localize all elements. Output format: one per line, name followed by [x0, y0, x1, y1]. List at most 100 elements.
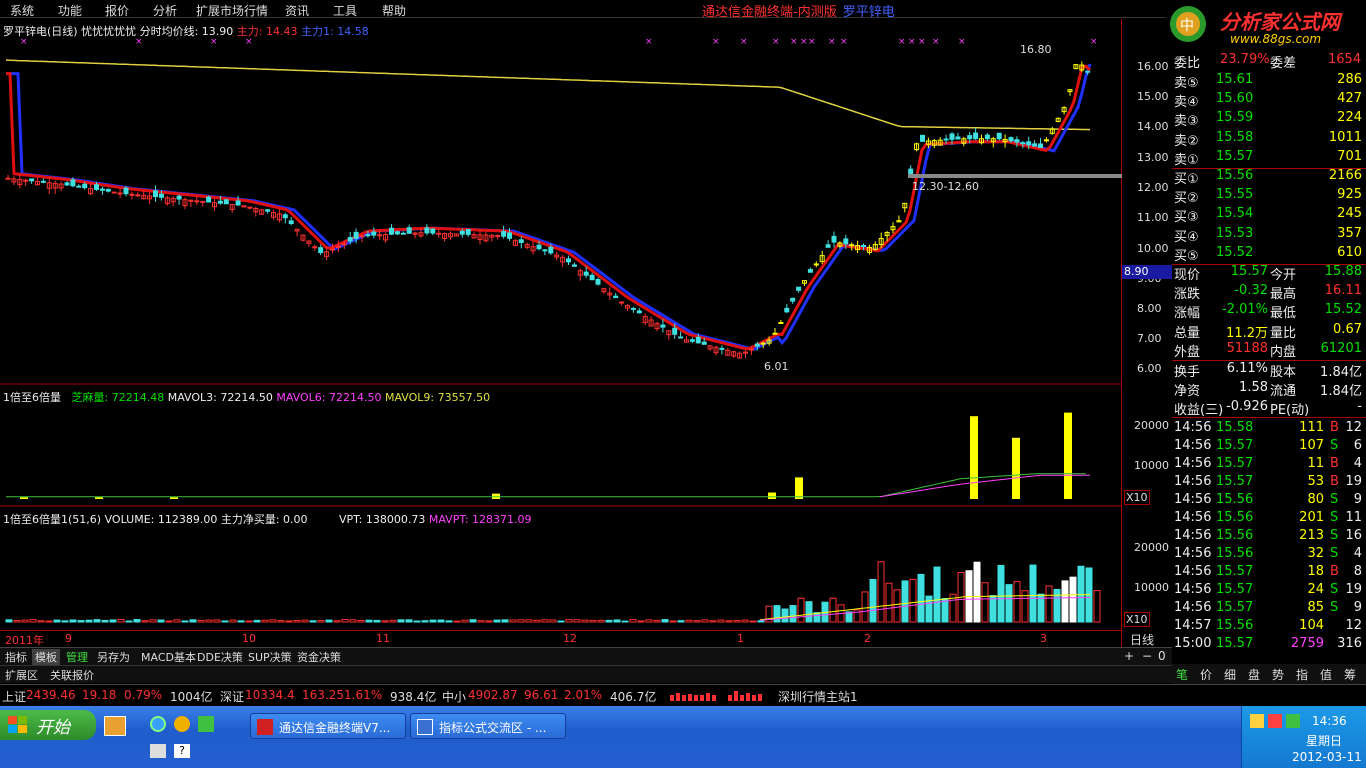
- vol2-bar: [261, 619, 269, 623]
- tick-volume: 24: [1307, 582, 1324, 597]
- info-row: 涨跌 -0.32 最高 16.11: [1172, 283, 1366, 302]
- clock-time[interactable]: 14:36: [1312, 714, 1347, 728]
- windows-logo-icon: [8, 716, 28, 734]
- main-force-value: 主力: 14.43: [236, 25, 298, 38]
- menu-tools[interactable]: 工具: [333, 2, 357, 19]
- tab-related-quote[interactable]: 关联报价: [47, 667, 97, 683]
- tick-count: 316: [1337, 636, 1362, 651]
- rtab-value[interactable]: 值: [1320, 666, 1332, 683]
- zoom-in-button[interactable]: +: [1124, 649, 1134, 663]
- media-icon[interactable]: [174, 716, 190, 732]
- tick-time: 14:57: [1174, 618, 1212, 633]
- tick-direction: S: [1330, 510, 1339, 525]
- info-label-c: 今开: [1270, 268, 1297, 283]
- clock-date: 2012-03-11: [1292, 750, 1362, 764]
- zoom-out-button[interactable]: −: [1142, 649, 1152, 663]
- sell-volume: 286: [1337, 72, 1362, 87]
- menu-ext-market[interactable]: 扩展市场行情: [196, 2, 268, 19]
- tdx-icon: [257, 719, 273, 735]
- tab-fund[interactable]: 资金决策: [294, 649, 344, 665]
- tick-price: 15.57: [1216, 564, 1254, 579]
- sell-volume: 701: [1337, 148, 1362, 164]
- quote-panel: 委比 23.79% 委差 1654 卖⑤ 15.61 286 卖④ 15.60 427 卖③ 15.5…: [1172, 52, 1366, 663]
- vol2-bar: [789, 605, 797, 623]
- tab-macd[interactable]: MACD基本: [138, 649, 199, 665]
- task-browser[interactable]: 指标公式交流区 - ...: [410, 713, 566, 739]
- candle-body: [813, 263, 819, 266]
- tab-extension[interactable]: 扩展区: [2, 667, 41, 683]
- signal-marker: ×: [800, 37, 808, 47]
- kline-canvas[interactable]: × × × × × × × × × × × × × × × × × × ×: [0, 19, 1122, 647]
- tab-sup[interactable]: SUP决策: [245, 649, 295, 665]
- vol2-bar: [245, 620, 253, 623]
- vol2-bar: [61, 620, 69, 623]
- calc-icon[interactable]: [150, 744, 166, 758]
- candle-body: [1043, 139, 1049, 142]
- menu-info[interactable]: 资讯: [285, 2, 309, 19]
- tab-manage[interactable]: 管理: [63, 649, 91, 665]
- info-value-d: 61201: [1320, 340, 1362, 356]
- rtab-price[interactable]: 价: [1200, 666, 1212, 683]
- tab-template[interactable]: 模板: [32, 649, 60, 665]
- app-icon[interactable]: [198, 716, 214, 732]
- candle-body: [247, 206, 253, 209]
- vol-axis-x10: X10: [1124, 490, 1150, 505]
- period-label[interactable]: 日线: [1130, 631, 1154, 648]
- rtab-trend[interactable]: 势: [1272, 666, 1284, 683]
- vol2-bar: [533, 619, 541, 623]
- tick-count: 19: [1345, 582, 1362, 597]
- vol2-bar: [237, 620, 245, 623]
- tab-dde[interactable]: DDE决策: [194, 649, 246, 665]
- info-value-d: 1.84亿: [1320, 384, 1362, 400]
- vol2-bar: [21, 619, 29, 623]
- sell-volume: 224: [1337, 110, 1362, 126]
- menu-help[interactable]: 帮助: [382, 2, 406, 19]
- vol2-bar: [53, 619, 61, 623]
- tab-indicator[interactable]: 指标: [2, 649, 30, 665]
- sell-volume: 1011: [1328, 129, 1362, 145]
- sell-level-row: 卖⑤ 15.61 286: [1172, 72, 1366, 91]
- menu-system[interactable]: 系统: [10, 2, 34, 19]
- candle-body: [430, 228, 436, 234]
- rtab-index[interactable]: 指: [1296, 666, 1308, 683]
- menu-quote[interactable]: 报价: [105, 2, 129, 19]
- info-label-c: 流通: [1270, 384, 1297, 400]
- rtab-detail[interactable]: 细: [1224, 666, 1236, 683]
- tick-volume: 107: [1299, 438, 1324, 453]
- rtab-chips[interactable]: 筹: [1344, 666, 1356, 683]
- candle-body: [589, 274, 595, 281]
- candle-body: [672, 327, 678, 335]
- chart-area[interactable]: × × × × × × × × × × × × × × × × × × × 罗平锌电(日线) 忧忧忧忧忧 分时均价线…: [0, 19, 1122, 647]
- candle-body: [64, 182, 70, 186]
- sell-level-row: 卖② 15.58 1011: [1172, 130, 1366, 149]
- reset-button[interactable]: 0: [1158, 649, 1166, 663]
- vol2-bar: [597, 619, 605, 623]
- sh-pct: 0.79%: [124, 688, 163, 702]
- menu-analysis[interactable]: 分析: [153, 2, 177, 19]
- vol2-bar: [149, 619, 157, 623]
- ie-icon[interactable]: [150, 716, 166, 732]
- signal-marker: ×: [808, 37, 816, 47]
- candle-body: [1085, 70, 1091, 73]
- vol2-bar: [1029, 564, 1037, 623]
- candle-body: [223, 199, 229, 205]
- rtab-order[interactable]: 盘: [1248, 666, 1260, 683]
- buy-volume: 2166: [1328, 168, 1362, 183]
- candle-body: [76, 185, 82, 188]
- task-tdx[interactable]: 通达信金融终端V7...: [250, 713, 406, 739]
- candle-body: [200, 200, 206, 203]
- vol2-bar: [741, 619, 749, 623]
- candle-body: [920, 134, 925, 142]
- tick-row: 14:56 15.56 213 S 16: [1172, 528, 1366, 547]
- menu-function[interactable]: 功能: [58, 2, 82, 19]
- weibi-value: 23.79%: [1220, 52, 1270, 67]
- help-icon[interactable]: ?: [174, 744, 190, 758]
- rtab-tick[interactable]: 笔: [1176, 666, 1188, 683]
- start-button[interactable]: 开始: [0, 710, 96, 740]
- candle-body: [542, 249, 548, 252]
- tab-save-as[interactable]: 另存为: [94, 649, 133, 665]
- vol2-bar: [373, 619, 381, 623]
- tick-count: 6: [1353, 438, 1362, 453]
- signal-marker: ×: [772, 37, 780, 47]
- show-desktop-icon[interactable]: [104, 716, 126, 736]
